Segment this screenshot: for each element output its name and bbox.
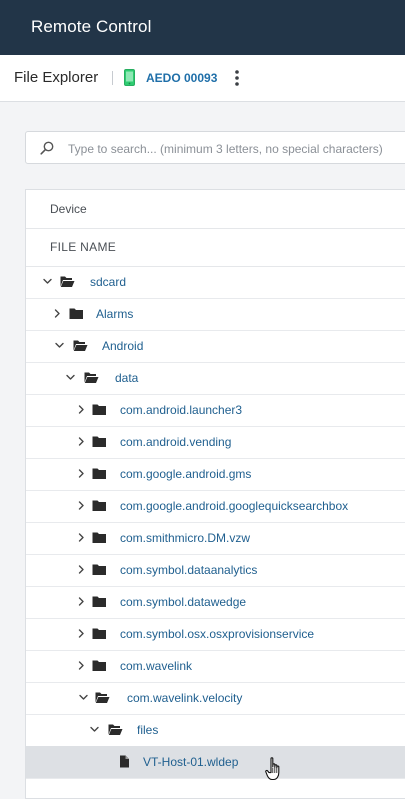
chevron-down-icon[interactable] — [90, 725, 99, 734]
file-row[interactable]: VT-Host-01.wldep — [26, 746, 405, 779]
folder-name[interactable]: Alarms — [96, 307, 133, 321]
folder-name[interactable]: files — [137, 723, 158, 737]
folder-icon — [69, 308, 83, 319]
chevron-right-icon[interactable] — [77, 597, 86, 606]
folder-icon — [92, 660, 106, 671]
chevron-right-icon[interactable] — [77, 629, 86, 638]
phone-icon — [124, 69, 135, 86]
folder-open-icon — [60, 276, 75, 287]
sub-header: File Explorer AEDO 00093 — [0, 55, 405, 102]
folder-name[interactable]: Android — [102, 339, 143, 353]
chevron-right-icon[interactable] — [77, 437, 86, 446]
folder-name[interactable]: com.google.android.googlequicksearchbox — [120, 499, 348, 513]
folder-row[interactable]: Android — [26, 330, 405, 363]
folder-name[interactable]: sdcard — [90, 275, 126, 289]
chevron-right-icon[interactable] — [77, 501, 86, 510]
folder-row[interactable]: com.android.launcher3 — [26, 394, 405, 427]
folder-icon — [92, 532, 106, 543]
app-header: Remote Control — [0, 0, 405, 55]
folder-name[interactable]: com.wavelink.velocity — [127, 691, 242, 705]
folder-icon — [92, 500, 106, 511]
folder-name[interactable]: com.android.vending — [120, 435, 231, 449]
folder-icon — [92, 628, 106, 639]
device-header: Device — [26, 190, 405, 229]
file-name[interactable]: VT-Host-01.wldep — [143, 755, 238, 769]
chevron-right-icon[interactable] — [53, 309, 62, 318]
folder-name[interactable]: com.symbol.osx.osxprovisionservice — [120, 627, 314, 641]
chevron-right-icon[interactable] — [77, 405, 86, 414]
chevron-right-icon[interactable] — [77, 469, 86, 478]
folder-row[interactable]: com.symbol.datawedge — [26, 586, 405, 619]
folder-icon — [92, 404, 106, 415]
folder-row[interactable]: com.wavelink.velocity — [26, 682, 405, 715]
folder-name[interactable]: com.android.launcher3 — [120, 403, 242, 417]
folder-icon — [92, 564, 106, 575]
app-title: Remote Control — [31, 17, 152, 36]
folder-open-icon — [95, 692, 110, 703]
folder-open-icon — [84, 372, 99, 383]
chevron-down-icon[interactable] — [43, 277, 52, 286]
chevron-right-icon[interactable] — [77, 565, 86, 574]
folder-name[interactable]: com.google.android.gms — [120, 467, 251, 481]
search-box — [25, 131, 405, 164]
folder-icon — [92, 468, 106, 479]
device-header-label: Device — [50, 202, 87, 216]
folder-name[interactable]: com.smithmicro.DM.vzw — [120, 531, 250, 545]
folder-row[interactable]: com.google.android.gms — [26, 458, 405, 491]
folder-row[interactable]: com.smithmicro.DM.vzw — [26, 522, 405, 555]
folder-row[interactable]: com.symbol.dataanalytics — [26, 554, 405, 587]
folder-name[interactable]: com.symbol.datawedge — [120, 595, 246, 609]
folder-open-icon — [73, 340, 88, 351]
chevron-right-icon[interactable] — [77, 661, 86, 670]
device-id-link[interactable]: AEDO 00093 — [146, 71, 217, 85]
folder-icon — [92, 436, 106, 447]
folder-name[interactable]: com.symbol.dataanalytics — [120, 563, 257, 577]
folder-open-icon — [108, 724, 123, 735]
more-options-icon[interactable] — [231, 69, 243, 87]
folder-row[interactable]: data — [26, 362, 405, 395]
folder-row[interactable]: Alarms — [26, 298, 405, 331]
folder-row[interactable]: files — [26, 714, 405, 747]
folder-row[interactable]: com.wavelink — [26, 650, 405, 683]
file-name-header[interactable]: FILE NAME — [26, 228, 405, 267]
chevron-down-icon[interactable] — [79, 693, 88, 702]
folder-name[interactable]: com.wavelink — [120, 659, 192, 673]
file-name-header-label: FILE NAME — [50, 240, 117, 254]
folder-row[interactable]: sdcard — [26, 266, 405, 299]
file-tree-table: Device FILE NAME sdcard Alarms Android data… — [25, 189, 405, 799]
file-icon — [120, 755, 129, 768]
search-input[interactable] — [66, 137, 405, 161]
folder-icon — [92, 596, 106, 607]
chevron-down-icon[interactable] — [66, 373, 75, 382]
folder-row[interactable]: com.google.android.googlequicksearchbox — [26, 490, 405, 523]
page-title: File Explorer — [14, 69, 99, 86]
header-divider — [112, 71, 113, 85]
chevron-right-icon[interactable] — [77, 533, 86, 542]
folder-row[interactable]: com.symbol.osx.osxprovisionservice — [26, 618, 405, 651]
folder-row[interactable]: com.android.vending — [26, 426, 405, 459]
search-icon — [40, 141, 54, 155]
chevron-down-icon[interactable] — [55, 341, 64, 350]
folder-name[interactable]: data — [115, 371, 138, 385]
